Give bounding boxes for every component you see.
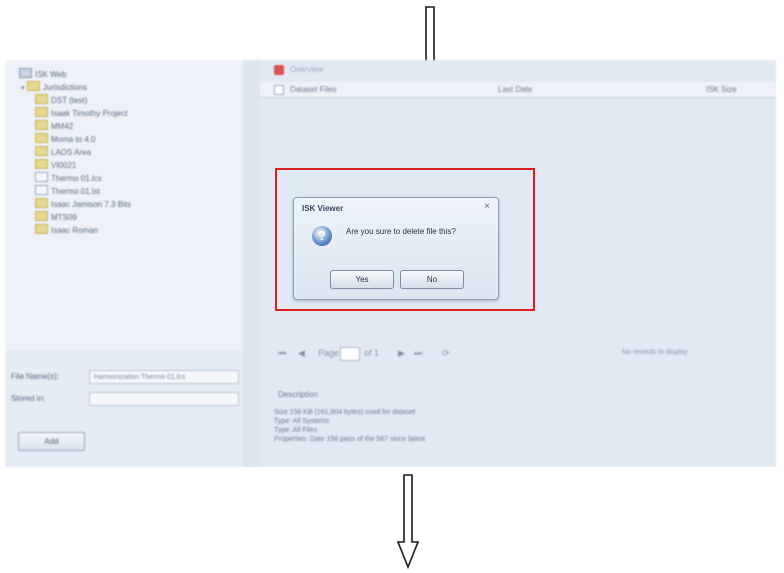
pager-status: No records to display <box>622 349 688 356</box>
pager: ⏮ ◀ Page of 1 ▶ ⏭ ⟳ No records to displa… <box>260 345 776 363</box>
folder-icon <box>35 224 48 234</box>
tree-item-label: MM42 <box>51 122 74 131</box>
highlight-box <box>275 168 535 311</box>
tree-item-label: VI0021 <box>51 161 77 170</box>
top-caption <box>0 0 400 14</box>
tree-item[interactable]: Isaac Jamison 7.3 Bits <box>29 198 131 210</box>
tree-item[interactable]: MTS09 <box>29 211 77 223</box>
file-name-label: File Name(s): <box>11 372 60 381</box>
tree-item-label: MTS09 <box>51 213 77 222</box>
description-line: Type: All Files <box>274 427 318 434</box>
tree-item[interactable]: ▾ Jurisdictions <box>21 81 87 93</box>
column-header-date[interactable]: Last Date <box>498 85 532 94</box>
add-button[interactable]: Add <box>18 432 85 451</box>
folder-icon <box>27 81 40 91</box>
tree-item[interactable]: MM42 <box>29 120 73 132</box>
tree-item[interactable]: ISK Web <box>13 68 66 80</box>
document-icon <box>35 185 48 195</box>
root-icon <box>19 68 32 78</box>
folder-icon <box>35 146 48 156</box>
tree-item[interactable]: Thermo 01.lcs <box>29 172 102 184</box>
tree-item-label: Isaac Jamison 7.3 Bits <box>51 200 132 209</box>
tree-item[interactable]: VI0021 <box>29 159 76 171</box>
tree-item[interactable]: Isaak Timothy Project <box>29 107 127 119</box>
tree-item[interactable]: Moma to 4.0 <box>29 133 95 145</box>
page-label: Page <box>318 348 340 358</box>
column-header-row: Dataset Files Last Date ISK Size <box>260 82 776 98</box>
folder-icon <box>35 94 48 104</box>
tree-item-label: Isaak Timothy Project <box>51 109 128 118</box>
tree-item[interactable]: LAOS Area <box>29 146 91 158</box>
tree-item-label: Jurisdictions <box>43 83 88 92</box>
file-name-field[interactable]: Harmonization Thermo 01.lcs <box>89 370 239 384</box>
tree-item[interactable]: Isaac Roman <box>29 224 98 236</box>
tree-item-label: Thermo 01.lst <box>51 187 100 196</box>
file-tree: ISK Web ▾ Jurisdictions DST (test) Isaak Tim… <box>5 60 243 350</box>
page-of-text: of 1 <box>364 348 380 358</box>
description-title: Description <box>278 390 319 399</box>
last-page-icon[interactable]: ⏭ <box>414 348 422 359</box>
folder-icon <box>35 211 48 221</box>
tree-item-label: Isaac Roman <box>51 226 99 235</box>
tree-item-label: DST (test) <box>51 96 88 105</box>
tree-item-label: ISK Web <box>35 70 67 79</box>
stored-in-label: Stored in: <box>11 394 46 403</box>
column-header-dataset[interactable]: Dataset Files <box>290 85 337 94</box>
next-page-icon[interactable]: ▶ <box>398 348 405 359</box>
description-line: Type: All Systems <box>274 418 330 425</box>
right-header-title: Overview <box>290 65 324 74</box>
page-number-input[interactable] <box>340 347 360 361</box>
description-line: Size 158 KB (161,904 bytes) used for dat… <box>274 409 416 416</box>
column-header-size[interactable]: ISK Size <box>706 85 737 94</box>
tree-item[interactable]: Thermo 01.lst <box>29 185 100 197</box>
description-line: Properties: Date 156 pass of the 587 sin… <box>274 436 425 443</box>
document-icon <box>35 172 48 182</box>
folder-icon <box>35 107 48 117</box>
prev-page-icon[interactable]: ◀ <box>298 348 305 359</box>
first-page-icon[interactable]: ⏮ <box>278 348 286 359</box>
stored-in-field[interactable] <box>89 392 239 406</box>
tree-item[interactable]: DST (test) <box>29 94 87 106</box>
folder-icon <box>35 198 48 208</box>
down-arrow-icon-bottom <box>396 474 420 570</box>
select-all-checkbox[interactable] <box>274 85 284 95</box>
app-logo-icon <box>274 65 284 75</box>
folder-icon <box>35 133 48 143</box>
tree-item-label: Moma to 4.0 <box>51 135 96 144</box>
tree-item-label: Thermo 01.lcs <box>51 174 102 183</box>
refresh-icon[interactable]: ⟳ <box>442 348 450 359</box>
folder-icon <box>35 159 48 169</box>
folder-icon <box>35 120 48 130</box>
tree-item-label: LAOS Area <box>51 148 92 157</box>
left-panel: ISK Web ▾ Jurisdictions DST (test) Isaak Tim… <box>5 60 243 467</box>
